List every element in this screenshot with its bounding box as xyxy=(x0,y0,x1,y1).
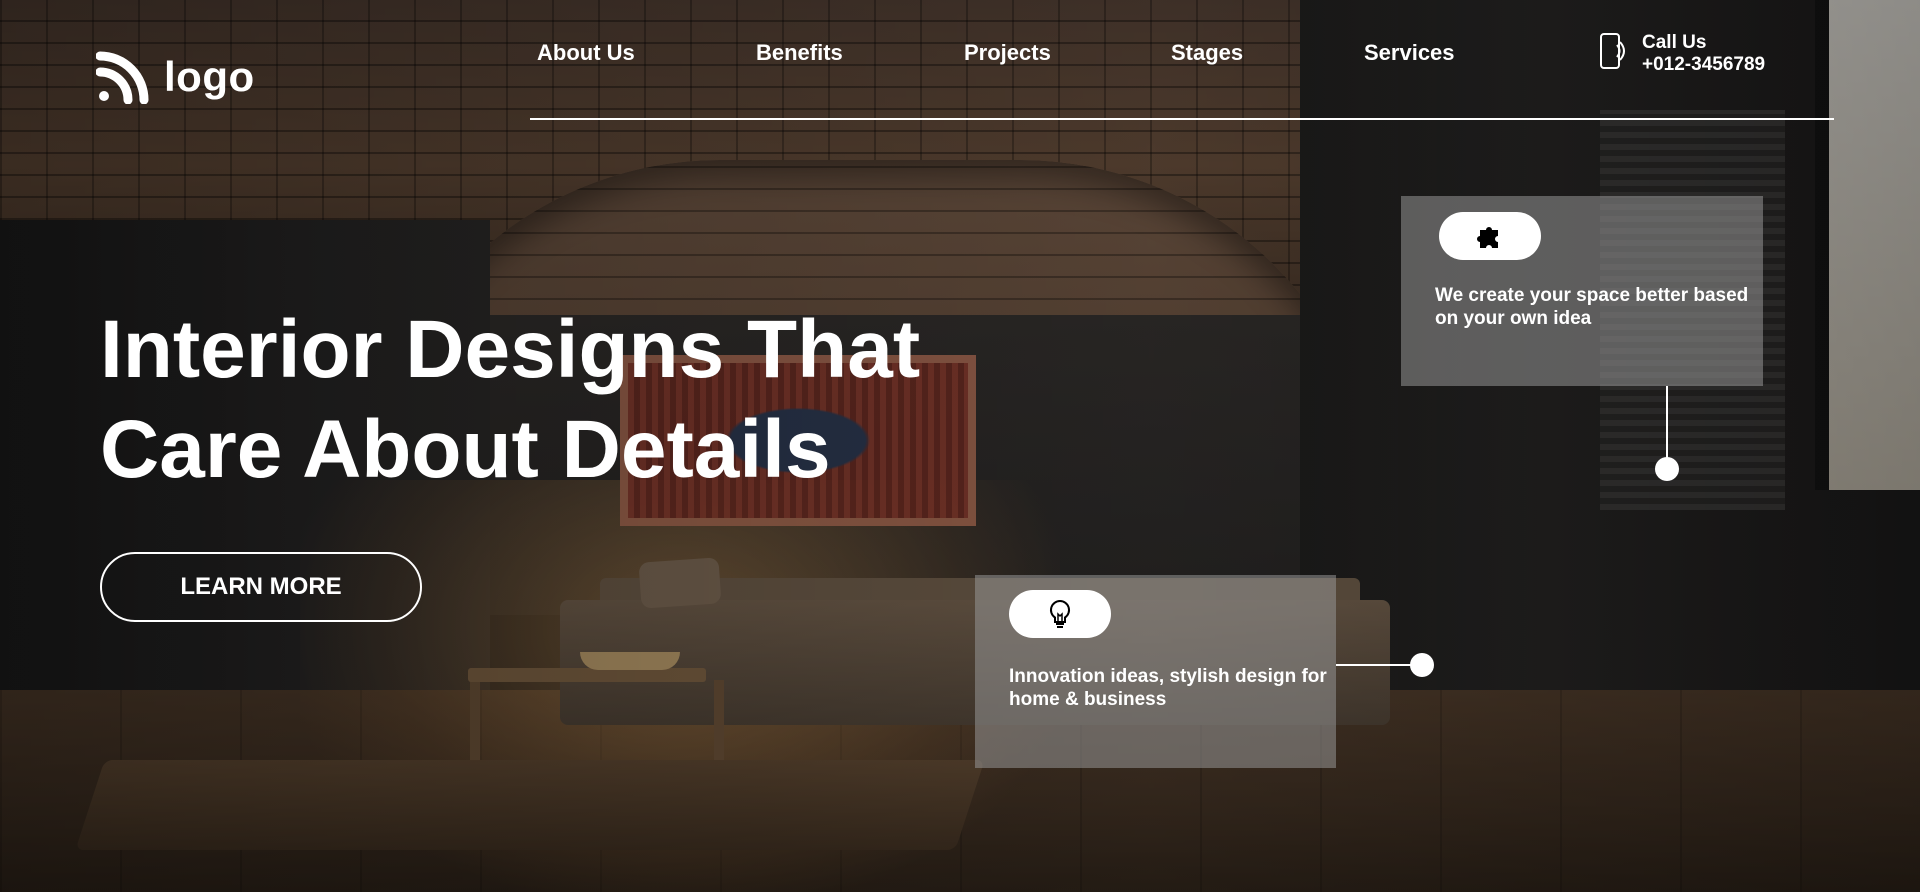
feature-text: We create your space better based on you… xyxy=(1435,285,1749,329)
feature-icon-badge xyxy=(1009,590,1111,638)
hotspot-dot[interactable] xyxy=(1410,653,1434,677)
call-us-link[interactable]: Call Us +012-3456789 xyxy=(1598,32,1765,76)
nav-divider xyxy=(530,118,1834,120)
lightbulb-icon xyxy=(1049,599,1071,628)
call-us-label: Call Us xyxy=(1642,32,1707,53)
nav-about-us[interactable]: About Us xyxy=(537,40,657,66)
hero-title-line-2: Care About Details xyxy=(100,404,831,495)
nav-stages[interactable]: Stages xyxy=(1171,40,1243,66)
hero-title: Interior Designs That Care About Details xyxy=(100,300,1000,500)
nav-benefits[interactable]: Benefits xyxy=(756,40,843,66)
phone-icon xyxy=(1600,33,1625,69)
puzzle-icon xyxy=(1477,227,1498,248)
feature-card-innovation: Innovation ideas, stylish design for hom… xyxy=(975,575,1336,768)
call-us-text: Call Us +012-3456789 xyxy=(1642,32,1765,76)
logo[interactable]: logo xyxy=(96,50,255,104)
feature-card-space: We create your space better based on you… xyxy=(1401,196,1763,386)
main-nav: About Us Benefits Projects Stages Servic… xyxy=(537,40,1455,66)
feature-icon-badge xyxy=(1439,212,1541,260)
hotspot-dot[interactable] xyxy=(1655,457,1679,481)
feature-text: Innovation ideas, stylish design for hom… xyxy=(1009,666,1327,710)
wifi-icon xyxy=(96,51,149,104)
logo-text: logo xyxy=(164,53,255,100)
nav-services[interactable]: Services xyxy=(1364,40,1455,66)
nav-projects[interactable]: Projects xyxy=(964,40,1051,66)
learn-more-button[interactable]: LEARN MORE xyxy=(100,552,422,622)
hero-title-line-1: Interior Designs That xyxy=(100,304,921,395)
connector-line xyxy=(1666,386,1668,468)
phone-number: +012-3456789 xyxy=(1642,54,1766,75)
